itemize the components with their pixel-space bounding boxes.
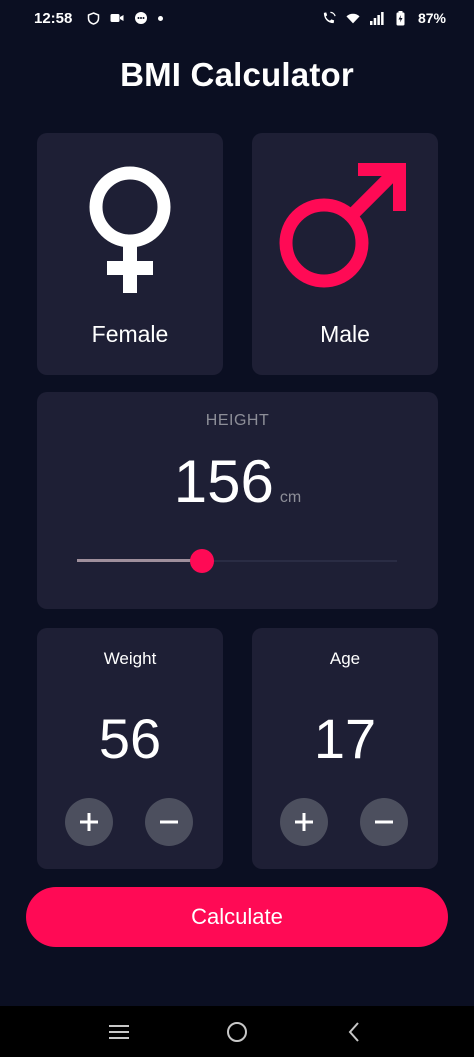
plus-icon [295, 813, 313, 831]
age-value: 17 [313, 707, 377, 770]
home-icon [227, 1021, 247, 1042]
height-value: 156 [173, 448, 274, 515]
minus-icon [160, 820, 178, 824]
age-card: Age 17 [252, 628, 438, 869]
page-title: BMI Calculator [120, 56, 354, 93]
height-card: HEIGHT 156 cm [37, 392, 438, 609]
weight-increment-button[interactable] [65, 798, 113, 846]
back-button[interactable] [335, 1012, 375, 1052]
wifi-icon [346, 11, 360, 25]
slider-track-active [77, 559, 202, 562]
status-time: 12:58 [34, 9, 73, 27]
weight-decrement-button[interactable] [145, 798, 193, 846]
height-unit: cm [279, 489, 302, 506]
male-card[interactable]: Male [252, 133, 438, 375]
female-card[interactable]: Female [37, 133, 223, 375]
signal-icon [369, 11, 384, 25]
video-icon [110, 11, 124, 25]
status-right: 87% [322, 10, 446, 26]
dot-icon [158, 15, 164, 21]
plus-icon [80, 813, 98, 831]
age-label: Age [329, 649, 361, 668]
slider-thumb[interactable] [190, 549, 214, 573]
calculate-button[interactable]: Calculate [26, 887, 448, 947]
minus-icon [375, 820, 393, 824]
battery-icon [394, 10, 408, 25]
height-slider[interactable] [77, 547, 397, 577]
age-decrement-button[interactable] [360, 798, 408, 846]
weight-label: Weight [103, 649, 157, 668]
wifi-call-icon [322, 11, 336, 25]
female-label: Female [91, 321, 169, 347]
male-icon [279, 163, 406, 288]
weight-value: 56 [98, 707, 162, 770]
navigation-bar [0, 1006, 474, 1057]
chat-icon [134, 11, 148, 25]
recent-apps-button[interactable] [99, 1012, 139, 1052]
age-increment-button[interactable] [280, 798, 328, 846]
home-button[interactable] [217, 1012, 257, 1052]
menu-icon [109, 1024, 129, 1039]
shield-icon [86, 11, 100, 25]
weight-card: Weight 56 [37, 628, 223, 869]
status-left: 12:58 [34, 9, 164, 27]
status-bar: 12:58 87% [0, 0, 474, 36]
back-icon [348, 1021, 359, 1042]
height-value-row: 156 cm [37, 447, 438, 516]
height-label: HEIGHT [205, 412, 270, 429]
male-label: Male [320, 321, 370, 347]
female-icon [89, 166, 171, 293]
battery-percentage: 87% [417, 10, 446, 26]
bmi-screen: 12:58 87% BMI Calculator Female Male HEI… [0, 0, 474, 1057]
